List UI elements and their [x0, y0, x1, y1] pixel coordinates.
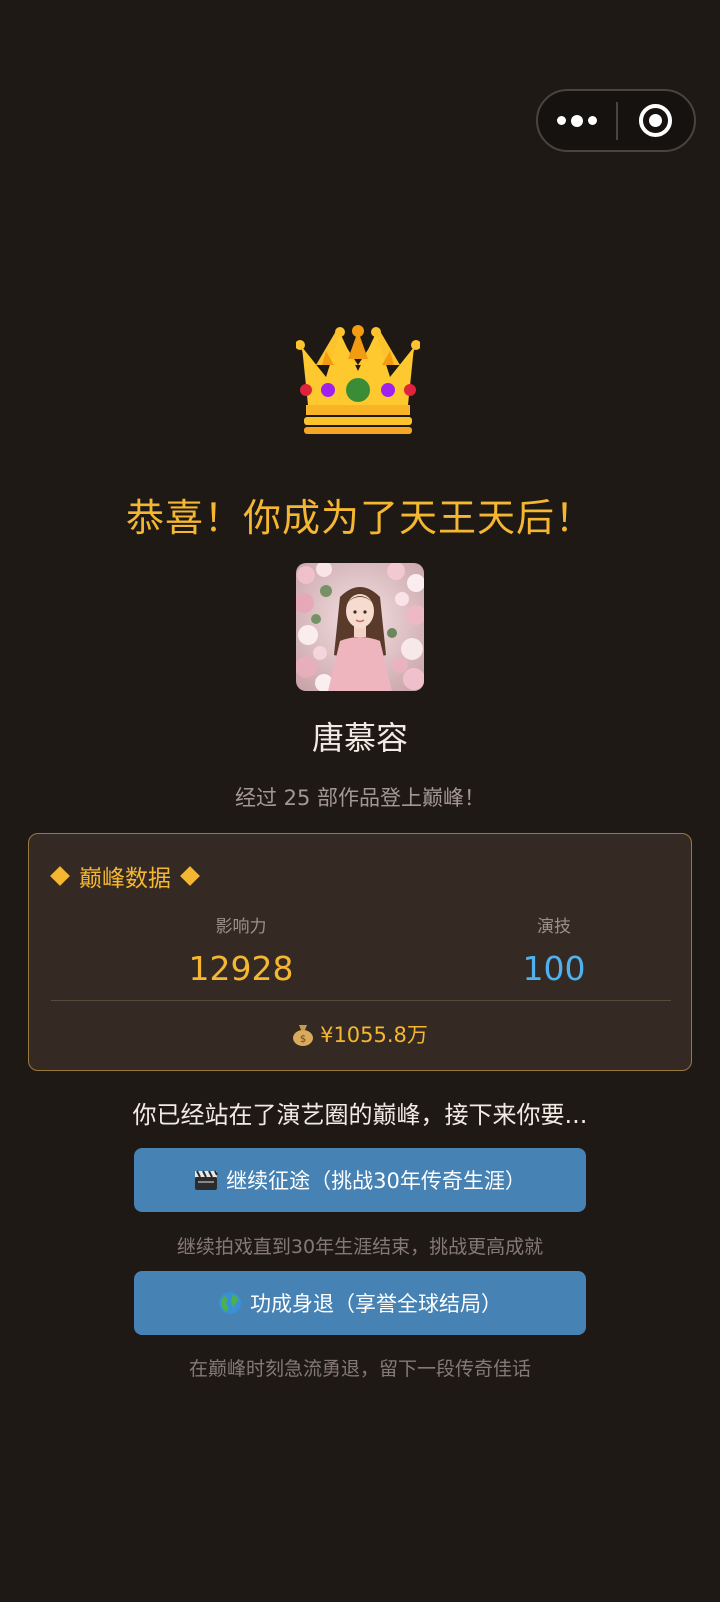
retire-hint: 在巅峰时刻急流勇退，留下一段传奇佳话 — [188, 1358, 531, 1380]
choice-question: 你已经站在了演艺圈的巅峰，接下来你要... — [132, 1101, 588, 1129]
target-icon[interactable] — [618, 91, 694, 150]
more-dots-icon[interactable] — [538, 91, 616, 150]
continue-career-button[interactable]: 继续征途（挑战30年传奇生涯） — [134, 1148, 586, 1212]
crown-icon — [296, 325, 420, 434]
influence-stat: 影响力 12928 — [141, 912, 341, 988]
continue-career-hint: 继续拍戏直到30年生涯结束，挑战更高成就 — [176, 1236, 544, 1258]
peak-stats-label: 巅峰数据 — [79, 866, 171, 892]
money-bag-icon: $ — [293, 1025, 314, 1046]
player-name: 唐慕容 — [311, 719, 408, 757]
avatar[interactable] — [296, 563, 424, 691]
retire-label: 功成身退（享誉全球结局） — [250, 1292, 502, 1316]
congrats-title: 恭喜！你成为了天王天后！ — [125, 496, 594, 540]
mini-program-capsule — [536, 89, 696, 152]
globe-icon — [219, 1292, 241, 1314]
continue-career-label: 继续征途（挑战30年传奇生涯） — [226, 1169, 526, 1193]
svg-text:$: $ — [300, 1034, 306, 1045]
diamond-icon — [50, 866, 70, 886]
retire-button[interactable]: 功成身退（享誉全球结局） — [134, 1271, 586, 1335]
career-summary: 经过 25 部作品登上巅峰！ — [234, 786, 486, 810]
money-row: $ ¥1055.8万 — [29, 1019, 691, 1049]
acting-label: 演技 — [537, 917, 571, 937]
money-value: ¥1055.8万 — [320, 1023, 428, 1047]
influence-label: 影响力 — [215, 917, 267, 937]
clapper-icon — [195, 1170, 219, 1190]
diamond-icon — [180, 866, 200, 886]
peak-stats-card: 巅峰数据 影响力 12928 演技 100 $ ¥1055.8万 — [28, 833, 692, 1071]
acting-stat: 演技 100 — [454, 912, 654, 988]
influence-value: 12928 — [188, 949, 294, 988]
acting-value: 100 — [522, 949, 586, 988]
stats-divider — [51, 1000, 671, 1001]
peak-stats-title: 巅峰数据 — [50, 859, 200, 893]
result-page: 恭喜！你成为了天王天后！ 唐慕容 经过 25 部作品登上巅峰！ 巅峰数据 影响力… — [0, 0, 720, 1602]
